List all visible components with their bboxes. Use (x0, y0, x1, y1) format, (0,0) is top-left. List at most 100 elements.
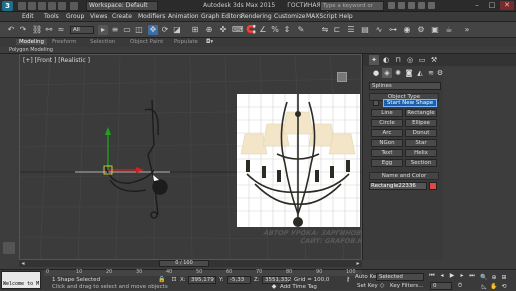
zoom-icon[interactable]: 🔍 (480, 274, 488, 282)
select-by-name-icon[interactable]: ≡ (110, 25, 120, 35)
autogrid-checkbox[interactable] (373, 100, 379, 106)
absolute-mode-icon[interactable]: ⊡ (170, 276, 178, 284)
layer-manager-icon[interactable]: ☰ (346, 25, 356, 35)
percent-snap-icon[interactable]: % (270, 25, 280, 35)
zoom-extents-icon[interactable]: ⊞ (500, 274, 508, 282)
time-configuration-icon[interactable]: ⏱ (456, 282, 464, 290)
menu-customize[interactable]: Customize (274, 13, 306, 20)
current-frame-field[interactable]: 0 (430, 282, 452, 290)
play-icon[interactable]: ▶ (448, 272, 456, 280)
minimize-button[interactable]: – (470, 1, 484, 10)
select-and-move-icon[interactable]: ✥ (148, 25, 158, 35)
motion-tab-icon[interactable]: ◎ (405, 55, 415, 65)
set-key-icon[interactable]: ⚷ (344, 276, 352, 284)
menu-maxscript[interactable]: MAXScript (306, 13, 337, 20)
select-and-rotate-icon[interactable]: ⟳ (160, 25, 170, 35)
hierarchy-tab-icon[interactable]: ⊓ (393, 55, 403, 65)
redo-icon[interactable] (58, 2, 66, 10)
select-object-icon[interactable]: ▸ (98, 25, 108, 35)
section-button[interactable]: Section (405, 159, 437, 167)
next-frame-icon[interactable]: ▸ (458, 272, 466, 280)
align-icon[interactable]: ⊏ (332, 25, 342, 35)
x-coordinate-field[interactable]: 395,179 (188, 276, 216, 284)
new-file-icon[interactable] (18, 2, 26, 10)
viewport-layout-icon[interactable] (3, 242, 15, 254)
line-button[interactable]: Line (371, 109, 403, 117)
menu-views[interactable]: Views (90, 13, 107, 20)
keyboard-shortcut-icon[interactable]: ⌨ (232, 25, 244, 35)
add-time-tag[interactable]: Add Time Tag (280, 284, 317, 290)
tab-modeling[interactable]: Modeling (16, 39, 48, 45)
set-key-button[interactable]: Set Key (357, 283, 378, 289)
key-filter-icon[interactable]: ◇ (378, 282, 386, 290)
select-and-scale-icon[interactable]: ◪ (172, 25, 182, 35)
graphite-toggle-icon[interactable]: ▤ (360, 25, 370, 35)
save-file-icon[interactable] (38, 2, 46, 10)
rendered-frame-icon[interactable]: ▣ (430, 25, 440, 35)
close-button[interactable]: ✕ (500, 1, 514, 10)
mirror-icon[interactable]: ⇋ (320, 25, 330, 35)
viewport-front[interactable]: [+] [Front ] [Realistic ] АВТОР УРОКА: З… (19, 54, 362, 260)
y-coordinate-field[interactable]: -5,33 (227, 276, 251, 284)
time-next-icon[interactable]: ▸ (354, 260, 362, 267)
reference-coordinate-icon[interactable]: ⊞ (190, 25, 200, 35)
menu-graph-editors[interactable]: Graph Editors (201, 13, 242, 20)
communication-icon[interactable] (408, 2, 415, 9)
rectangle-button[interactable]: Rectangle (405, 109, 437, 117)
key-filters-button[interactable]: Key Filters... (390, 283, 423, 289)
display-tab-icon[interactable]: ▭ (417, 55, 427, 65)
lock-selection-icon[interactable]: 🔒 (158, 276, 166, 284)
curve-editor-icon[interactable]: ∿ (374, 25, 384, 35)
viewport-label[interactable]: [+] [Front ] [Realistic ] (23, 57, 90, 64)
ngon-button[interactable]: NGon (371, 139, 403, 147)
bind-space-warp-icon[interactable]: ≈ (56, 25, 66, 35)
search-input[interactable]: Type a keyword or phrase (320, 1, 384, 17)
start-new-shape-button[interactable]: Start New Shape (383, 99, 437, 107)
menu-help[interactable]: Help (339, 13, 353, 20)
go-to-end-icon[interactable]: ⏭ (468, 272, 476, 280)
zoom-all-icon[interactable]: ⊕ (490, 274, 498, 282)
undo-icon[interactable] (48, 2, 56, 10)
tab-selection[interactable]: Selection (90, 39, 115, 45)
ribbon-toggle-icon[interactable]: ◘▾ (206, 39, 213, 45)
key-mode-dropdown[interactable]: Selected (376, 273, 424, 281)
help-icon[interactable] (428, 2, 435, 9)
menu-modifiers[interactable]: Modifiers (138, 13, 165, 20)
schematic-view-icon[interactable]: ⊶ (388, 25, 398, 35)
cameras-icon[interactable]: ◙ (404, 68, 414, 78)
lights-icon[interactable]: ✺ (393, 68, 403, 78)
ellipse-button[interactable]: Ellipse (405, 119, 437, 127)
rectangular-selection-icon[interactable]: ▭ (122, 25, 132, 35)
polygon-modeling-label[interactable]: Polygon Modeling (9, 47, 53, 53)
open-file-icon[interactable] (28, 2, 36, 10)
shapes-icon[interactable]: ◈ (382, 68, 392, 78)
time-slider[interactable]: 0 / 100 (159, 260, 209, 267)
manipulate-icon[interactable]: ✜ (218, 25, 228, 35)
utilities-tab-icon[interactable]: ⚒ (429, 55, 439, 65)
menu-animation[interactable]: Animation (168, 13, 199, 20)
render-production-icon[interactable]: ☕ (444, 25, 454, 35)
modify-tab-icon[interactable]: ◐ (381, 55, 391, 65)
object-name-field[interactable]: Rectangle22336 (369, 182, 427, 190)
render-setup-icon[interactable]: ⚙ (416, 25, 426, 35)
viewcube-icon[interactable] (337, 72, 347, 82)
subscription-icon[interactable] (398, 2, 405, 9)
app-logo-icon[interactable]: 3 (2, 1, 13, 11)
tab-freeform[interactable]: Freeform (52, 39, 77, 45)
spinner-snap-icon[interactable]: ⇕ (282, 25, 292, 35)
unlink-icon[interactable]: ⚯ (44, 25, 54, 35)
object-color-swatch[interactable] (429, 182, 437, 190)
menu-edit[interactable]: Edit (22, 13, 34, 20)
menu-create[interactable]: Create (112, 13, 132, 20)
material-editor-icon[interactable]: ◉ (402, 25, 412, 35)
helpers-icon[interactable]: ◭ (415, 68, 425, 78)
maximize-button[interactable]: □ (485, 1, 499, 10)
angle-snap-icon[interactable]: ∠ (258, 25, 268, 35)
circle-button[interactable]: Circle (371, 119, 403, 127)
egg-button[interactable]: Egg (371, 159, 403, 167)
arc-button[interactable]: Arc (371, 129, 403, 137)
name-and-color-rollout[interactable]: Name and Color (369, 172, 439, 180)
toolbar-extra-icon[interactable]: » (462, 25, 472, 35)
menu-rendering[interactable]: Rendering (241, 13, 272, 20)
maxscript-listener[interactable]: Welcome to M (1, 271, 41, 289)
